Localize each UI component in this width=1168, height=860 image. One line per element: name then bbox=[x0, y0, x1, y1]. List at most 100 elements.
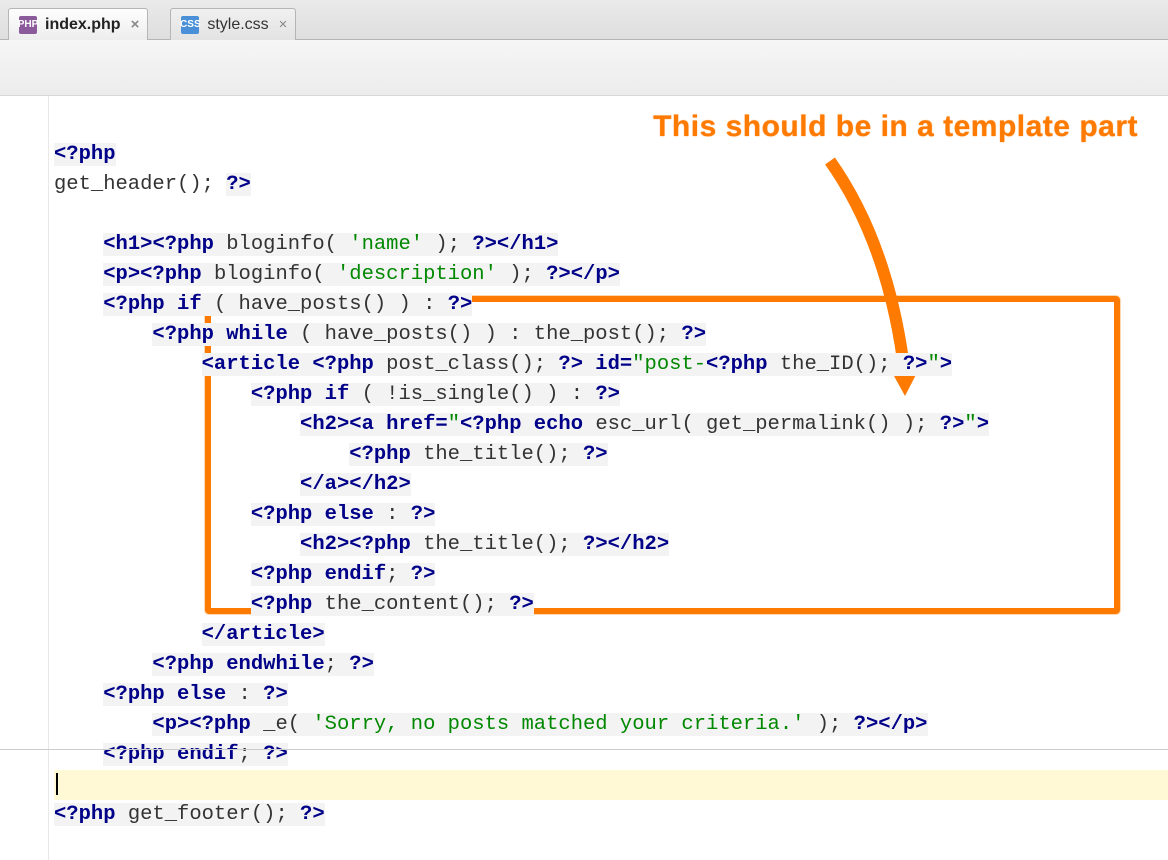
code-token: > bbox=[940, 353, 952, 376]
code-indent bbox=[54, 683, 103, 706]
code-token: </a> bbox=[300, 473, 349, 496]
code-indent bbox=[54, 713, 152, 736]
code-token: ?> bbox=[681, 323, 706, 346]
code-token: ?> bbox=[595, 383, 620, 406]
gutter-divider bbox=[48, 96, 49, 860]
source-code[interactable]: <?php get_header(); ?> <h1><?php bloginf… bbox=[54, 110, 1168, 860]
code-token: <?php endwhile bbox=[152, 653, 324, 676]
current-line-highlight bbox=[54, 770, 1168, 800]
code-token: ?> bbox=[940, 413, 965, 436]
code-editor[interactable]: This should be in a template part <?php … bbox=[0, 96, 1168, 860]
code-token: </article> bbox=[202, 623, 325, 646]
code-token: the_title(); bbox=[411, 443, 583, 466]
code-token: </h1> bbox=[497, 233, 559, 256]
code-token: ?> bbox=[226, 173, 251, 196]
tab-style-css[interactable]: CSS style.css × bbox=[170, 8, 296, 40]
section-divider bbox=[0, 749, 1168, 750]
code-indent bbox=[54, 503, 251, 526]
code-token: bloginfo( bbox=[214, 233, 349, 256]
code-indent bbox=[54, 383, 251, 406]
close-icon[interactable]: × bbox=[279, 16, 288, 33]
code-token: <?php bbox=[706, 353, 768, 376]
code-token: 'name' bbox=[349, 233, 423, 256]
code-token: <article bbox=[202, 353, 313, 376]
code-token: ?> bbox=[349, 653, 374, 676]
tab-index-php[interactable]: PHP index.php × bbox=[8, 8, 148, 40]
tab-bar: PHP index.php × CSS style.css × bbox=[0, 0, 1168, 40]
code-token: <p> bbox=[103, 263, 140, 286]
code-token: ); bbox=[423, 233, 472, 256]
code-token: <?php endif bbox=[251, 563, 386, 586]
code-indent bbox=[54, 413, 300, 436]
tab-label: style.css bbox=[207, 16, 268, 34]
toolbar-spacer bbox=[0, 40, 1168, 96]
code-token: ?> bbox=[411, 563, 436, 586]
code-token: ?> bbox=[854, 713, 879, 736]
code-token: bloginfo( bbox=[202, 263, 337, 286]
code-token: ; bbox=[325, 653, 350, 676]
code-token: : bbox=[374, 503, 411, 526]
code-token: the_content(); bbox=[312, 593, 509, 616]
code-token: <h2> bbox=[300, 533, 349, 556]
code-token: <?php bbox=[349, 533, 411, 556]
code-token: <?php else bbox=[251, 503, 374, 526]
code-token: <?php echo bbox=[460, 413, 583, 436]
text-cursor bbox=[56, 773, 58, 795]
code-token: </p> bbox=[571, 263, 620, 286]
code-token: <p> bbox=[152, 713, 189, 736]
code-token: ); bbox=[497, 263, 546, 286]
code-token: the_title(); bbox=[411, 533, 583, 556]
code-token: " bbox=[927, 353, 939, 376]
code-token: ; bbox=[239, 743, 264, 766]
code-indent bbox=[54, 233, 103, 256]
css-file-icon: CSS bbox=[181, 16, 199, 34]
code-token: 'description' bbox=[337, 263, 497, 286]
code-token: <?php bbox=[312, 353, 374, 376]
code-token: > bbox=[977, 413, 989, 436]
code-indent bbox=[54, 743, 103, 766]
code-token: <?php bbox=[140, 263, 202, 286]
code-token: <?php bbox=[54, 803, 116, 826]
code-token: post_class(); bbox=[374, 353, 559, 376]
code-indent bbox=[54, 593, 251, 616]
code-token: <?php if bbox=[103, 293, 201, 316]
code-token: </h2> bbox=[349, 473, 411, 496]
close-icon[interactable]: × bbox=[131, 16, 140, 33]
code-indent bbox=[54, 443, 349, 466]
code-token: the_ID(); bbox=[768, 353, 903, 376]
php-file-icon: PHP bbox=[19, 16, 37, 34]
code-token: ?> bbox=[472, 233, 497, 256]
code-indent bbox=[54, 653, 152, 676]
code-token: 'Sorry, no posts matched your criteria.' bbox=[312, 713, 804, 736]
tab-label: index.php bbox=[45, 16, 121, 34]
code-token: </h2> bbox=[608, 533, 670, 556]
code-token: <?php bbox=[251, 593, 313, 616]
code-token: <?php bbox=[54, 143, 116, 166]
code-token: _e( bbox=[251, 713, 313, 736]
code-token: ?> bbox=[509, 593, 534, 616]
code-indent bbox=[54, 263, 103, 286]
code-token: ( have_posts() ) : the_post(); bbox=[288, 323, 682, 346]
code-token: ?> bbox=[558, 353, 583, 376]
code-indent bbox=[54, 293, 103, 316]
code-token: ?> bbox=[546, 263, 571, 286]
code-token: </p> bbox=[878, 713, 927, 736]
code-token: ?> bbox=[411, 503, 436, 526]
code-token: <h1> bbox=[103, 233, 152, 256]
code-token: esc_url( get_permalink() ); bbox=[583, 413, 940, 436]
code-token: <a href= bbox=[349, 413, 447, 436]
code-token: ?> bbox=[300, 803, 325, 826]
code-token: <?php bbox=[152, 233, 214, 256]
code-token: get_header(); bbox=[54, 173, 226, 196]
code-token: get_footer(); bbox=[116, 803, 301, 826]
code-token: ?> bbox=[263, 743, 288, 766]
code-token: ( !is_single() ) : bbox=[349, 383, 595, 406]
code-token: <?php if bbox=[251, 383, 349, 406]
code-indent bbox=[54, 533, 300, 556]
code-indent bbox=[54, 473, 300, 496]
code-token: ; bbox=[386, 563, 411, 586]
code-token: " bbox=[964, 413, 976, 436]
code-token: <?php endif bbox=[103, 743, 238, 766]
code-indent bbox=[54, 353, 202, 376]
code-indent bbox=[54, 323, 152, 346]
